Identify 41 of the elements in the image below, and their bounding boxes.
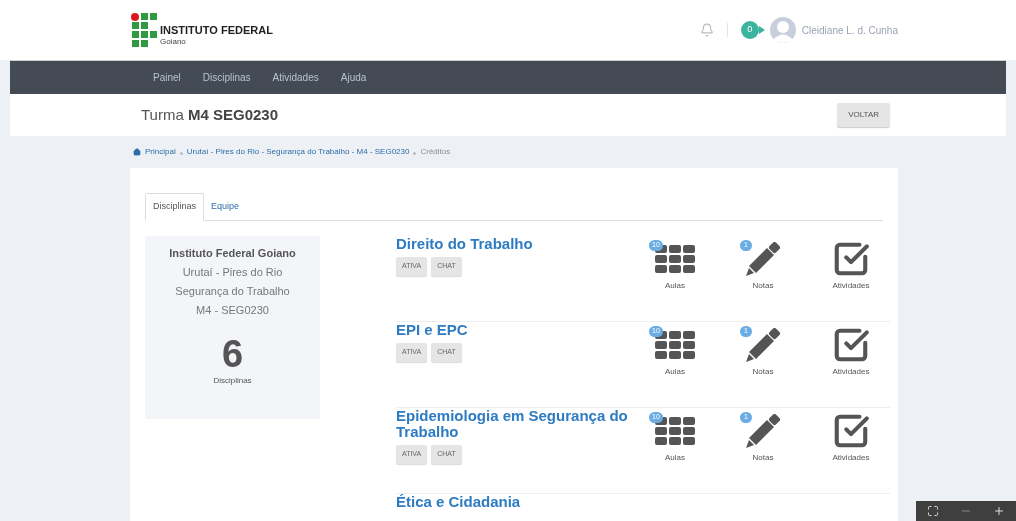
nav-link[interactable]: Disciplinas xyxy=(202,70,251,85)
count-label: Disciplinas xyxy=(213,375,252,387)
nav-link[interactable]: Atividades xyxy=(272,70,319,85)
tab[interactable]: Disciplinas xyxy=(145,193,204,221)
summary-line: Segurança do Trabalho xyxy=(175,284,290,299)
checkbox-icon xyxy=(832,326,870,364)
course-title[interactable]: Epidemiologia em Segurança do Trabalho xyxy=(396,408,636,440)
pencil-icon xyxy=(746,242,780,276)
grid-icon xyxy=(655,417,695,445)
page-title: Turma M4 SEG0230 xyxy=(141,104,278,125)
logo-icon xyxy=(131,13,157,47)
checkbox-icon xyxy=(832,412,870,450)
institution-name: Instituto Federal Goiano xyxy=(169,246,296,261)
course-action[interactable]: Atividades xyxy=(812,408,890,493)
pencil-icon xyxy=(746,414,780,448)
logo-subtitle: Goiano xyxy=(160,38,187,46)
breadcrumb-link[interactable]: Principal xyxy=(145,146,176,158)
breadcrumb-link[interactable]: Urutaí - Pires do Rio - Segurança do Trabalho - M4 - SEG0230 xyxy=(186,146,410,158)
course-action[interactable]: Atividades xyxy=(812,236,890,321)
nav-link[interactable]: Ajuda xyxy=(340,70,367,85)
course-title[interactable]: EPI e EPC xyxy=(396,322,636,338)
course-count: 6 xyxy=(221,335,244,373)
grid-icon xyxy=(655,331,695,359)
grid-icon xyxy=(655,245,695,273)
breadcrumb-current: Créditos xyxy=(420,146,451,158)
nav-link[interactable]: Painel xyxy=(153,70,181,85)
avatar-icon[interactable] xyxy=(769,17,796,43)
zoom-in-icon[interactable] xyxy=(993,505,1006,517)
back-button[interactable]: VOLTAR xyxy=(837,103,890,127)
checkbox-icon xyxy=(832,240,870,278)
logo-title: INSTITUTO FEDERAL xyxy=(160,25,273,36)
course-title[interactable]: Ética e Cidadania xyxy=(396,494,636,510)
summary-line: Urutaí - Pires do Rio xyxy=(182,265,283,280)
bell-icon[interactable] xyxy=(699,23,714,37)
fit-screen-icon[interactable] xyxy=(926,505,939,517)
pencil-icon xyxy=(746,328,780,362)
course-title[interactable]: Direito do Trabalho xyxy=(396,236,636,252)
summary-line: M4 - SEG0230 xyxy=(196,303,269,318)
tab[interactable]: Equipe xyxy=(204,193,247,220)
home-icon xyxy=(133,148,141,156)
course-action[interactable]: Atividades xyxy=(812,322,890,407)
